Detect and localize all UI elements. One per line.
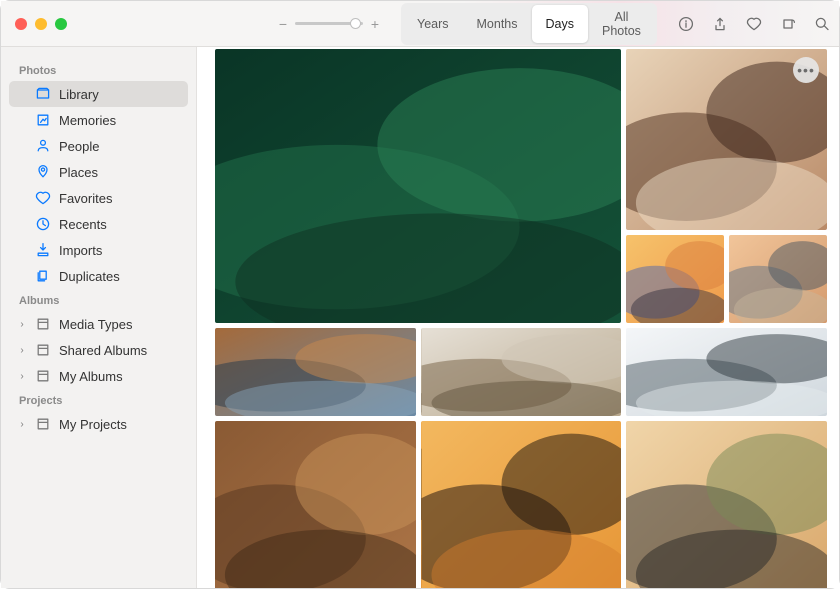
sidebar-section-projects: Projects — [9, 389, 188, 411]
sidebar-item-memories[interactable]: Memories — [9, 107, 188, 133]
share-icon[interactable] — [711, 15, 729, 33]
close-window-button[interactable] — [15, 18, 27, 30]
photo-grid-area: ••• — [197, 47, 839, 588]
photo-thumbnail — [421, 421, 622, 588]
photo-thumbnail — [421, 328, 622, 416]
sidebar-item-media-types[interactable]: › Media Types — [9, 311, 188, 337]
sidebar-item-shared-albums[interactable]: › Shared Albums — [9, 337, 188, 363]
more-options-icon[interactable]: ••• — [793, 57, 819, 83]
people-icon — [35, 138, 51, 154]
rotate-icon[interactable] — [779, 15, 797, 33]
search-icon[interactable] — [813, 15, 831, 33]
sidebar-item-label: Recents — [59, 217, 107, 232]
photo-forest-aerial[interactable] — [215, 49, 621, 323]
zoom-knob[interactable] — [350, 18, 361, 29]
duplicates-icon — [35, 268, 51, 284]
photo-thumbnail — [215, 49, 621, 323]
sidebar-item-my-projects[interactable]: › My Projects — [9, 411, 188, 437]
sidebar-section-photos: Photos — [9, 59, 188, 81]
sidebar-item-label: Places — [59, 165, 98, 180]
chevron-right-icon[interactable]: › — [17, 345, 27, 356]
photo-thumbnail — [626, 328, 827, 416]
main-split: Photos Library Memories People Places Favorit… — [1, 47, 839, 588]
library-icon — [35, 86, 51, 102]
sidebar: Photos Library Memories People Places Favorit… — [1, 47, 197, 588]
photo-grid: ••• — [215, 49, 827, 588]
photo-fjord-autumn[interactable] — [215, 328, 416, 416]
segment-all-photos[interactable]: All Photos — [588, 5, 655, 43]
chevron-right-icon[interactable]: › — [17, 319, 27, 330]
zoom-in-label: + — [369, 16, 381, 32]
photo-woman-beach[interactable]: ••• — [626, 49, 827, 230]
sidebar-item-imports[interactable]: Imports — [9, 237, 188, 263]
thumbnail-zoom-slider[interactable]: − + — [277, 16, 381, 32]
photo-city-architecture[interactable] — [421, 328, 622, 416]
traffic-lights — [15, 18, 67, 30]
info-icon[interactable] — [677, 15, 695, 33]
sidebar-item-label: Imports — [59, 243, 102, 258]
photo-hat-woman-sunset[interactable] — [421, 421, 622, 588]
sidebar-item-duplicates[interactable]: Duplicates — [9, 263, 188, 289]
maximize-window-button[interactable] — [55, 18, 67, 30]
sidebar-item-places[interactable]: Places — [9, 159, 188, 185]
zoom-out-label: − — [277, 16, 289, 32]
photo-coast-dusk[interactable] — [729, 235, 827, 323]
places-icon — [35, 164, 51, 180]
favorites-icon — [35, 190, 51, 206]
sidebar-item-label: My Albums — [59, 369, 123, 384]
photo-desert-roads[interactable] — [215, 421, 416, 588]
photo-snow-mountains[interactable] — [626, 328, 827, 416]
view-scope-segment: YearsMonthsDaysAll Photos — [401, 3, 657, 45]
segment-years[interactable]: Years — [403, 5, 463, 43]
minimize-window-button[interactable] — [35, 18, 47, 30]
shared-albums-icon — [35, 342, 51, 358]
photo-thumbnail — [729, 235, 827, 323]
sidebar-item-people[interactable]: People — [9, 133, 188, 159]
photo-sunset-silhouette[interactable] — [626, 235, 724, 323]
sidebar-item-label: Shared Albums — [59, 343, 147, 358]
chevron-right-icon[interactable]: › — [17, 371, 27, 382]
sidebar-item-label: Memories — [59, 113, 116, 128]
sidebar-item-label: My Projects — [59, 417, 127, 432]
recents-icon — [35, 216, 51, 232]
sidebar-item-label: People — [59, 139, 99, 154]
memories-icon — [35, 112, 51, 128]
photo-arms-open-sunset[interactable] — [626, 421, 827, 588]
sidebar-item-library[interactable]: Library — [9, 81, 188, 107]
my-albums-icon — [35, 368, 51, 384]
heart-icon[interactable] — [745, 15, 763, 33]
media-types-icon — [35, 316, 51, 332]
sidebar-item-my-albums[interactable]: › My Albums — [9, 363, 188, 389]
segment-days[interactable]: Days — [532, 5, 588, 43]
zoom-track[interactable] — [295, 22, 363, 25]
sidebar-section-albums: Albums — [9, 289, 188, 311]
segment-months[interactable]: Months — [463, 5, 532, 43]
sidebar-item-label: Media Types — [59, 317, 132, 332]
sidebar-item-label: Favorites — [59, 191, 112, 206]
sidebar-item-favorites[interactable]: Favorites — [9, 185, 188, 211]
photo-thumbnail — [626, 235, 724, 323]
chevron-right-icon[interactable]: › — [17, 419, 27, 430]
sidebar-item-label: Library — [59, 87, 99, 102]
toolbar-actions — [677, 15, 831, 33]
my-projects-icon — [35, 416, 51, 432]
sidebar-item-recents[interactable]: Recents — [9, 211, 188, 237]
imports-icon — [35, 242, 51, 258]
photo-thumbnail — [215, 328, 416, 416]
window-toolbar: − + YearsMonthsDaysAll Photos — [1, 1, 839, 47]
sidebar-item-label: Duplicates — [59, 269, 120, 284]
photo-thumbnail — [215, 421, 416, 588]
photo-thumbnail — [626, 421, 827, 588]
